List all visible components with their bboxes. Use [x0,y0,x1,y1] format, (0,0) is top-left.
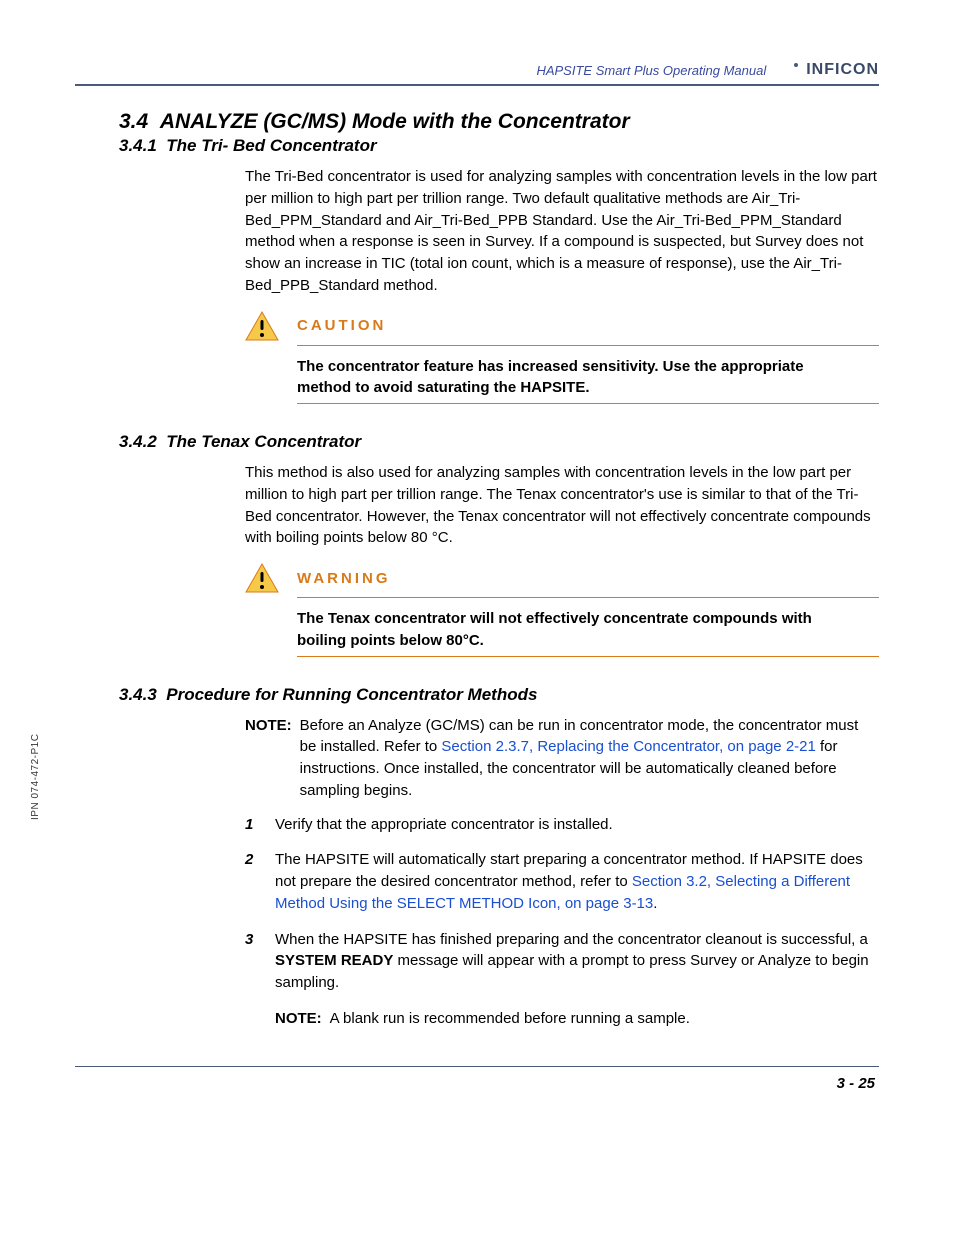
footer-rule [75,1066,879,1067]
caution-body: The concentrator feature has increased s… [297,356,817,400]
caution-callout: CAUTION The concentrator feature has inc… [245,311,879,405]
warning-label: WARNING [297,570,391,587]
warning-body: The Tenax concentrator will not effectiv… [297,608,817,652]
list-item: 3 When the HAPSITE has finished preparin… [245,929,879,1030]
step-number: 3 [245,929,261,1030]
manual-title: HAPSITE Smart Plus Operating Manual [536,63,766,78]
logo-mark-icon [782,60,802,80]
list-item: 1 Verify that the appropriate concentrat… [245,814,879,836]
inner-note-body: A blank run is recommended before runnin… [330,1008,690,1030]
procedure-list: 1 Verify that the appropriate concentrat… [245,814,879,1030]
warning-rule-top [297,597,879,598]
page-number: 3 - 25 [75,1075,879,1092]
heading-3-4-2: 3.4.2 The Tenax Concentrator [119,432,879,452]
header-rule [75,84,879,86]
heading-3-4: 3.4 ANALYZE (GC/MS) Mode with the Concen… [119,110,879,134]
caution-rule-bottom [297,403,879,404]
ipn-code: IPN 074-472-P1C [30,734,41,820]
body-3-4-2: This method is also used for analyzing s… [245,462,879,549]
xref-replacing-concentrator[interactable]: Section 2.3.7, Replacing the Concentrato… [441,738,815,755]
warning-triangle-icon [245,563,279,593]
caution-triangle-icon [245,311,279,341]
warning-rule-bottom [297,656,879,657]
heading-3-4-1: 3.4.1 The Tri- Bed Concentrator [119,136,879,156]
system-ready-text: SYSTEM READY [275,952,393,969]
caution-label: CAUTION [297,317,386,334]
caution-rule-top [297,345,879,346]
step-number: 1 [245,814,261,836]
step-body: Verify that the appropriate concentrator… [275,814,879,836]
heading-3-4-3: 3.4.3 Procedure for Running Concentrator… [119,685,879,705]
step-number: 2 [245,849,261,914]
list-item: 2 The HAPSITE will automatically start p… [245,849,879,914]
warning-callout: WARNING The Tenax concentrator will not … [245,563,879,657]
company-logo: INFICON [782,60,879,80]
note-3-4-3: NOTE: Before an Analyze (GC/MS) can be r… [245,715,879,802]
page-header: HAPSITE Smart Plus Operating Manual INFI… [75,60,879,80]
note-label: NOTE: [245,715,292,802]
step-body: The HAPSITE will automatically start pre… [275,849,879,914]
body-3-4-1: The Tri-Bed concentrator is used for ana… [245,166,879,297]
note-body: Before an Analyze (GC/MS) can be run in … [300,715,879,802]
logo-text: INFICON [806,61,879,79]
step-body: When the HAPSITE has finished preparing … [275,929,879,1030]
inner-note-label: NOTE: [275,1008,322,1030]
